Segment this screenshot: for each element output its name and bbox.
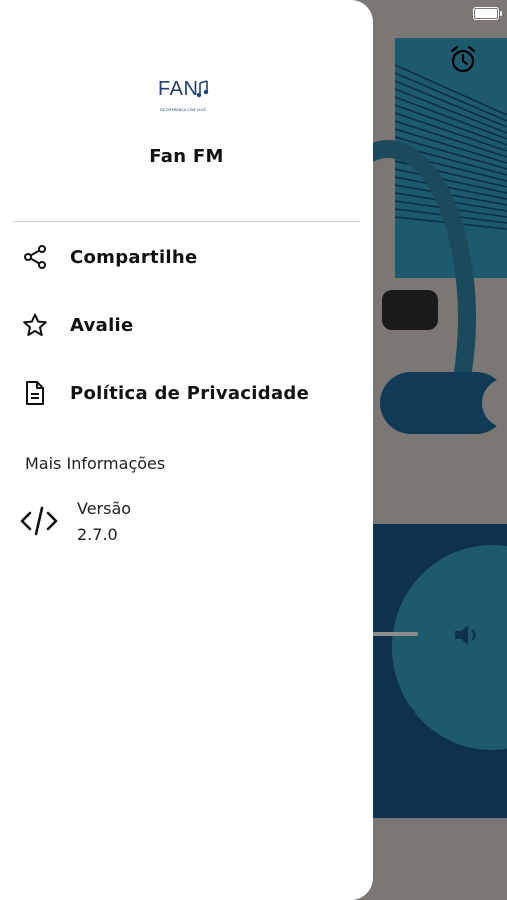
logo-tagline: DE DIFERENÇA COM VOCÊ	[160, 108, 207, 112]
music-note-icon	[196, 80, 209, 98]
menu-item-privacy-policy[interactable]: Política de Privacidade	[0, 367, 373, 419]
menu-item-label: Política de Privacidade	[70, 382, 310, 404]
star-icon	[22, 312, 48, 338]
volume-icon	[455, 625, 476, 645]
battery-icon	[473, 7, 502, 20]
headphone-cup	[382, 290, 438, 330]
menu-item-share[interactable]: Compartilhe	[0, 231, 373, 283]
menu-item-rate[interactable]: Avalie	[0, 299, 373, 351]
version-info: Versão 2.7.0	[0, 496, 373, 548]
volume-slider	[372, 632, 418, 636]
version-label: Versão	[77, 499, 132, 518]
navigation-drawer: FAN DE DIFERENÇA COM VOCÊ Fan FM Compart…	[0, 0, 373, 900]
app-logo: FAN DE DIFERENÇA COM VOCÊ	[158, 78, 218, 118]
section-title: Mais Informações	[25, 454, 166, 473]
background-panel	[395, 434, 507, 524]
version-value: 2.7.0	[77, 525, 118, 544]
divider	[13, 221, 360, 222]
share-icon	[22, 244, 48, 270]
code-icon	[20, 506, 58, 536]
menu-item-label: Compartilhe	[70, 246, 198, 268]
logo-text: FAN	[158, 78, 199, 100]
whatsapp-icon	[383, 702, 417, 736]
menu-item-label: Avalie	[70, 314, 134, 336]
alarm-icon	[450, 45, 476, 73]
station-title: Fan FM	[149, 146, 224, 167]
document-icon	[22, 380, 48, 406]
